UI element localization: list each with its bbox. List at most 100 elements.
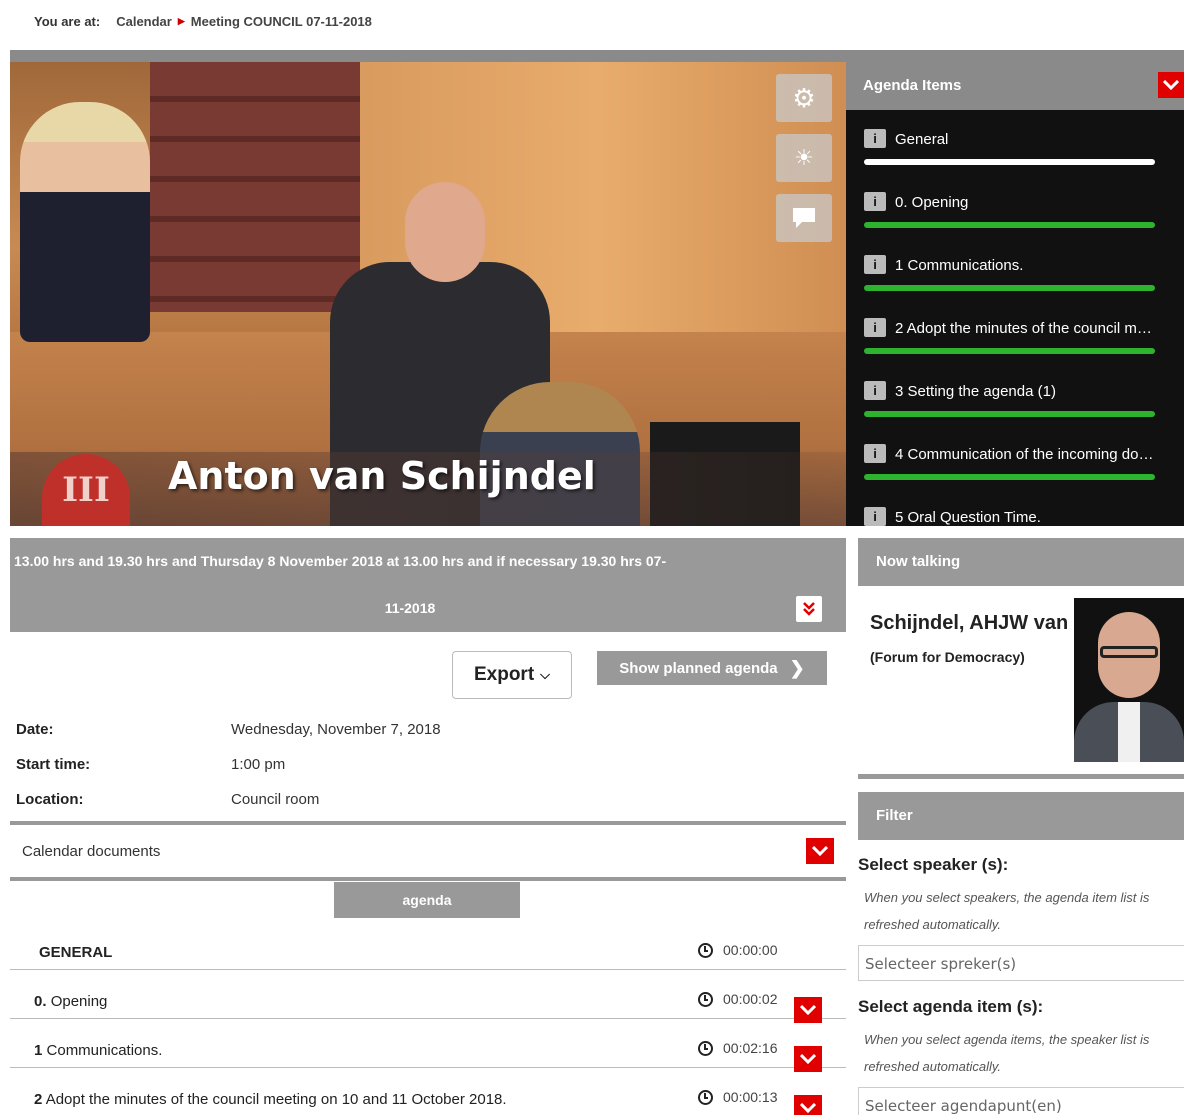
agenda-row-number: 2 bbox=[34, 1091, 43, 1108]
meeting-date-row: Date: Wednesday, November 7, 2018 bbox=[16, 721, 441, 738]
info-icon[interactable]: i bbox=[864, 192, 886, 211]
calendar-documents-toggle[interactable]: Calendar documents bbox=[10, 826, 846, 878]
agenda-item-select-input[interactable]: Selecteer agendapunt(en) bbox=[858, 1087, 1184, 1115]
agenda-panel-item[interactable]: i 1 Communications. bbox=[846, 236, 1184, 299]
export-button[interactable]: Export ⌵ bbox=[452, 651, 572, 699]
clock-icon bbox=[698, 942, 713, 958]
video-caption-speaker-name: Anton van Schijndel bbox=[168, 454, 596, 498]
export-label: Export bbox=[473, 664, 535, 685]
gear-icon[interactable]: ⚙ bbox=[776, 74, 832, 122]
double-chevron-down-icon[interactable] bbox=[796, 596, 822, 622]
info-icon[interactable]: i bbox=[864, 255, 886, 274]
agenda-row-time-value: 00:00:13 bbox=[723, 1089, 778, 1105]
agenda-row-time-value: 00:00:02 bbox=[723, 991, 778, 1007]
agenda-row-title: 0. Opening bbox=[34, 993, 107, 1010]
agenda-panel-item-progress-bar bbox=[864, 348, 1155, 354]
filter-header: Filter bbox=[858, 792, 1184, 840]
subtitle-line-1: 13.00 hrs and 19.30 hrs and Thursday 8 N… bbox=[14, 553, 667, 569]
agenda-row[interactable]: 1 Communications. 00:02:16 bbox=[10, 1018, 846, 1072]
subtitle-band: 13.00 hrs and 19.30 hrs and Thursday 8 N… bbox=[10, 538, 846, 632]
agenda-panel-item[interactable]: i 2 Adopt the minutes of the council meet… bbox=[846, 299, 1184, 362]
chevron-down-icon[interactable] bbox=[806, 838, 834, 864]
start-time-value: 1:00 pm bbox=[231, 756, 286, 773]
agenda-panel-item-label: 3 Setting the agenda (1) bbox=[895, 383, 1056, 400]
subtitle-line-2: 11-2018 bbox=[384, 600, 436, 616]
meeting-start-row: Start time: 1:00 pm bbox=[16, 756, 285, 773]
tab-agenda[interactable]: agenda bbox=[334, 882, 520, 918]
agenda-row-time-value: 00:02:16 bbox=[723, 1040, 778, 1056]
clock-icon bbox=[698, 1040, 713, 1056]
breadcrumb-prefix: You are at: bbox=[34, 14, 101, 29]
video-stairs bbox=[150, 62, 360, 312]
info-icon[interactable]: i bbox=[864, 129, 886, 148]
calendar-documents-label: Calendar documents bbox=[22, 843, 161, 860]
agenda-items-list: i General i 0. Opening i 1 Communications. i 2 … bbox=[846, 110, 1184, 526]
meeting-location-row: Location: Council room bbox=[16, 791, 319, 808]
select-speaker-help: When you select speakers, the agenda ite… bbox=[864, 890, 1150, 932]
info-icon[interactable]: i bbox=[864, 318, 886, 337]
agenda-row-label: Opening bbox=[50, 993, 108, 1010]
chat-bubble-shape bbox=[793, 208, 815, 228]
select-agenda-item-label: Select agenda item (s): bbox=[858, 997, 1044, 1016]
agenda-panel-item[interactable]: i 3 Setting the agenda (1) bbox=[846, 362, 1184, 425]
section-divider bbox=[10, 877, 846, 881]
agenda-panel-item[interactable]: i 5 Oral Question Time. bbox=[846, 488, 1184, 526]
agenda-row-label: GENERAL bbox=[39, 944, 113, 961]
agenda-items-panel: Agenda Items i General i 0. Opening i 1 Commu… bbox=[846, 62, 1184, 526]
agenda-row-label: Communications. bbox=[46, 1042, 163, 1059]
agenda-panel-item-label: 4 Communication of the incoming document… bbox=[895, 446, 1157, 463]
brightness-icon[interactable]: ☀ bbox=[776, 134, 832, 182]
agenda-panel-item[interactable]: i General bbox=[846, 110, 1184, 173]
chevron-right-icon: ❯ bbox=[789, 657, 805, 678]
top-divider bbox=[10, 50, 1184, 62]
chevron-down-icon[interactable] bbox=[794, 1095, 822, 1115]
chevron-down-icon: ⌵ bbox=[540, 667, 551, 682]
agenda-row-number: 0. bbox=[34, 993, 47, 1010]
breadcrumb-meeting-link[interactable]: Meeting COUNCIL 07-11-2018 bbox=[191, 14, 372, 29]
location-value: Council room bbox=[231, 791, 320, 808]
now-talking-party: (Forum for Democracy) bbox=[870, 649, 1025, 665]
agenda-panel-item-label: 0. Opening bbox=[895, 194, 969, 211]
now-talking-divider bbox=[858, 774, 1184, 779]
agenda-row-time: 00:02:16 bbox=[698, 1040, 778, 1056]
info-icon[interactable]: i bbox=[864, 381, 886, 400]
agenda-panel-item-progress-bar bbox=[864, 474, 1155, 480]
location-label: Location: bbox=[16, 791, 84, 808]
video-player[interactable]: ⚙ ☀ ΙΙΙ Anton van Schijndel bbox=[10, 62, 846, 526]
agenda-panel-item-label: General bbox=[895, 131, 949, 148]
agenda-row[interactable]: 0. Opening 00:00:02 bbox=[10, 969, 846, 1023]
agenda-row-title: GENERAL bbox=[39, 944, 112, 961]
agenda-items-header: Agenda Items bbox=[846, 62, 1184, 110]
agenda-panel-item-progress-bar bbox=[864, 411, 1155, 417]
show-planned-agenda-label: Show planned agenda bbox=[619, 659, 778, 677]
now-talking-name: Schijndel, AHJW van bbox=[870, 612, 1069, 634]
agenda-panel-item-label: 5 Oral Question Time. bbox=[895, 509, 1041, 526]
date-label: Date: bbox=[16, 721, 54, 738]
start-time-label: Start time: bbox=[16, 756, 91, 773]
select-speaker-label: Select speaker (s): bbox=[858, 855, 1009, 874]
agenda-panel-item[interactable]: i 4 Communication of the incoming documen… bbox=[846, 425, 1184, 488]
agenda-panel-item[interactable]: i 0. Opening bbox=[846, 173, 1184, 236]
agenda-row[interactable]: GENERAL 00:00:00 bbox=[10, 920, 846, 970]
speaker-select-input[interactable]: Selecteer spreker(s) bbox=[858, 945, 1184, 981]
agenda-row-title: 2 Adopt the minutes of the council meeti… bbox=[34, 1091, 507, 1108]
breadcrumb-separator-icon: ▶ bbox=[177, 16, 185, 26]
show-planned-agenda-button[interactable]: Show planned agenda ❯ bbox=[597, 651, 827, 685]
info-icon[interactable]: i bbox=[864, 444, 886, 463]
video-person-left bbox=[20, 102, 150, 342]
breadcrumb: You are at: Calendar ▶ Meeting COUNCIL 0… bbox=[34, 14, 372, 29]
clock-icon bbox=[698, 1089, 713, 1105]
date-value: Wednesday, November 7, 2018 bbox=[231, 721, 441, 738]
agenda-row[interactable]: 2 Adopt the minutes of the council meeti… bbox=[10, 1067, 846, 1115]
now-talking-header: Now talking bbox=[858, 538, 1184, 586]
breadcrumb-calendar-link[interactable]: Calendar bbox=[116, 14, 172, 29]
speaker-photo bbox=[1074, 598, 1184, 762]
agenda-row-label: Adopt the minutes of the council meeting… bbox=[45, 1091, 507, 1108]
chevron-down-icon[interactable] bbox=[1158, 72, 1184, 98]
agenda-row-title: 1 Communications. bbox=[34, 1042, 162, 1059]
agenda-panel-item-progress-bar bbox=[864, 159, 1155, 165]
agenda-row-time: 00:00:00 bbox=[698, 942, 778, 958]
agenda-items-title: Agenda Items bbox=[863, 77, 962, 94]
chat-icon[interactable] bbox=[776, 194, 832, 242]
info-icon[interactable]: i bbox=[864, 507, 886, 526]
